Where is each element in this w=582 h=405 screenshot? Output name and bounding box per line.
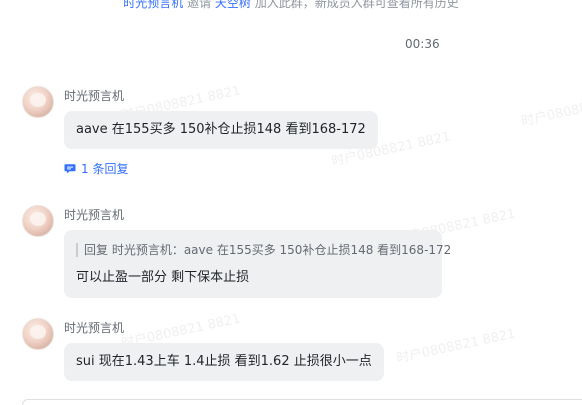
system-notice-verb: 邀请 bbox=[183, 0, 215, 10]
system-notice-text: 加入此群，新成员入群可查看所有历史 bbox=[250, 0, 459, 10]
time-separator: 00:36 bbox=[405, 37, 440, 51]
reply-count-label: 1 条回复 bbox=[81, 162, 129, 176]
avatar[interactable] bbox=[22, 86, 54, 118]
sender-name[interactable]: 时光预言机 bbox=[64, 87, 124, 104]
message-bubble[interactable]: sui 现在1.43上车 1.4止损 看到1.62 止损很小一点 bbox=[64, 343, 384, 381]
message-text: sui 现在1.43上车 1.4止损 看到1.62 止损很小一点 bbox=[76, 354, 372, 369]
thread-reply-icon bbox=[64, 164, 76, 174]
avatar[interactable] bbox=[22, 205, 54, 237]
message-text: aave 在155买多 150补仓止损148 看到168-172 bbox=[76, 122, 366, 137]
thread-reply-link[interactable]: 1 条回复 bbox=[64, 160, 128, 177]
sender-name[interactable]: 时光预言机 bbox=[64, 319, 124, 336]
avatar[interactable] bbox=[22, 318, 54, 350]
quoted-reply[interactable]: 回复 时光预言机：aave 在155买多 150补仓止损148 看到168-17… bbox=[76, 243, 451, 257]
message-text: 可以止盈一部分 剩下保本止损 bbox=[76, 270, 250, 285]
system-notice-inviter[interactable]: 时光预言机 bbox=[123, 0, 183, 10]
message-bubble[interactable]: 回复 时光预言机：aave 在155买多 150补仓止损148 看到168-17… bbox=[64, 230, 451, 298]
message-composer[interactable] bbox=[22, 399, 582, 405]
system-notice-invitee[interactable]: 天空树 bbox=[215, 0, 251, 10]
system-notice: 时光预言机 邀请 天空树 加入此群，新成员入群可查看所有历史 bbox=[0, 0, 582, 11]
chat-window: 时光预言机 邀请 天空树 加入此群，新成员入群可查看所有历史 00:36 时户0… bbox=[0, 0, 582, 405]
message-bubble[interactable]: aave 在155买多 150补仓止损148 看到168-172 bbox=[64, 111, 378, 149]
watermark: 时户0808821 8821 bbox=[520, 90, 582, 130]
watermark: 时户0808821 8821 bbox=[395, 326, 517, 367]
sender-name[interactable]: 时光预言机 bbox=[64, 206, 124, 223]
